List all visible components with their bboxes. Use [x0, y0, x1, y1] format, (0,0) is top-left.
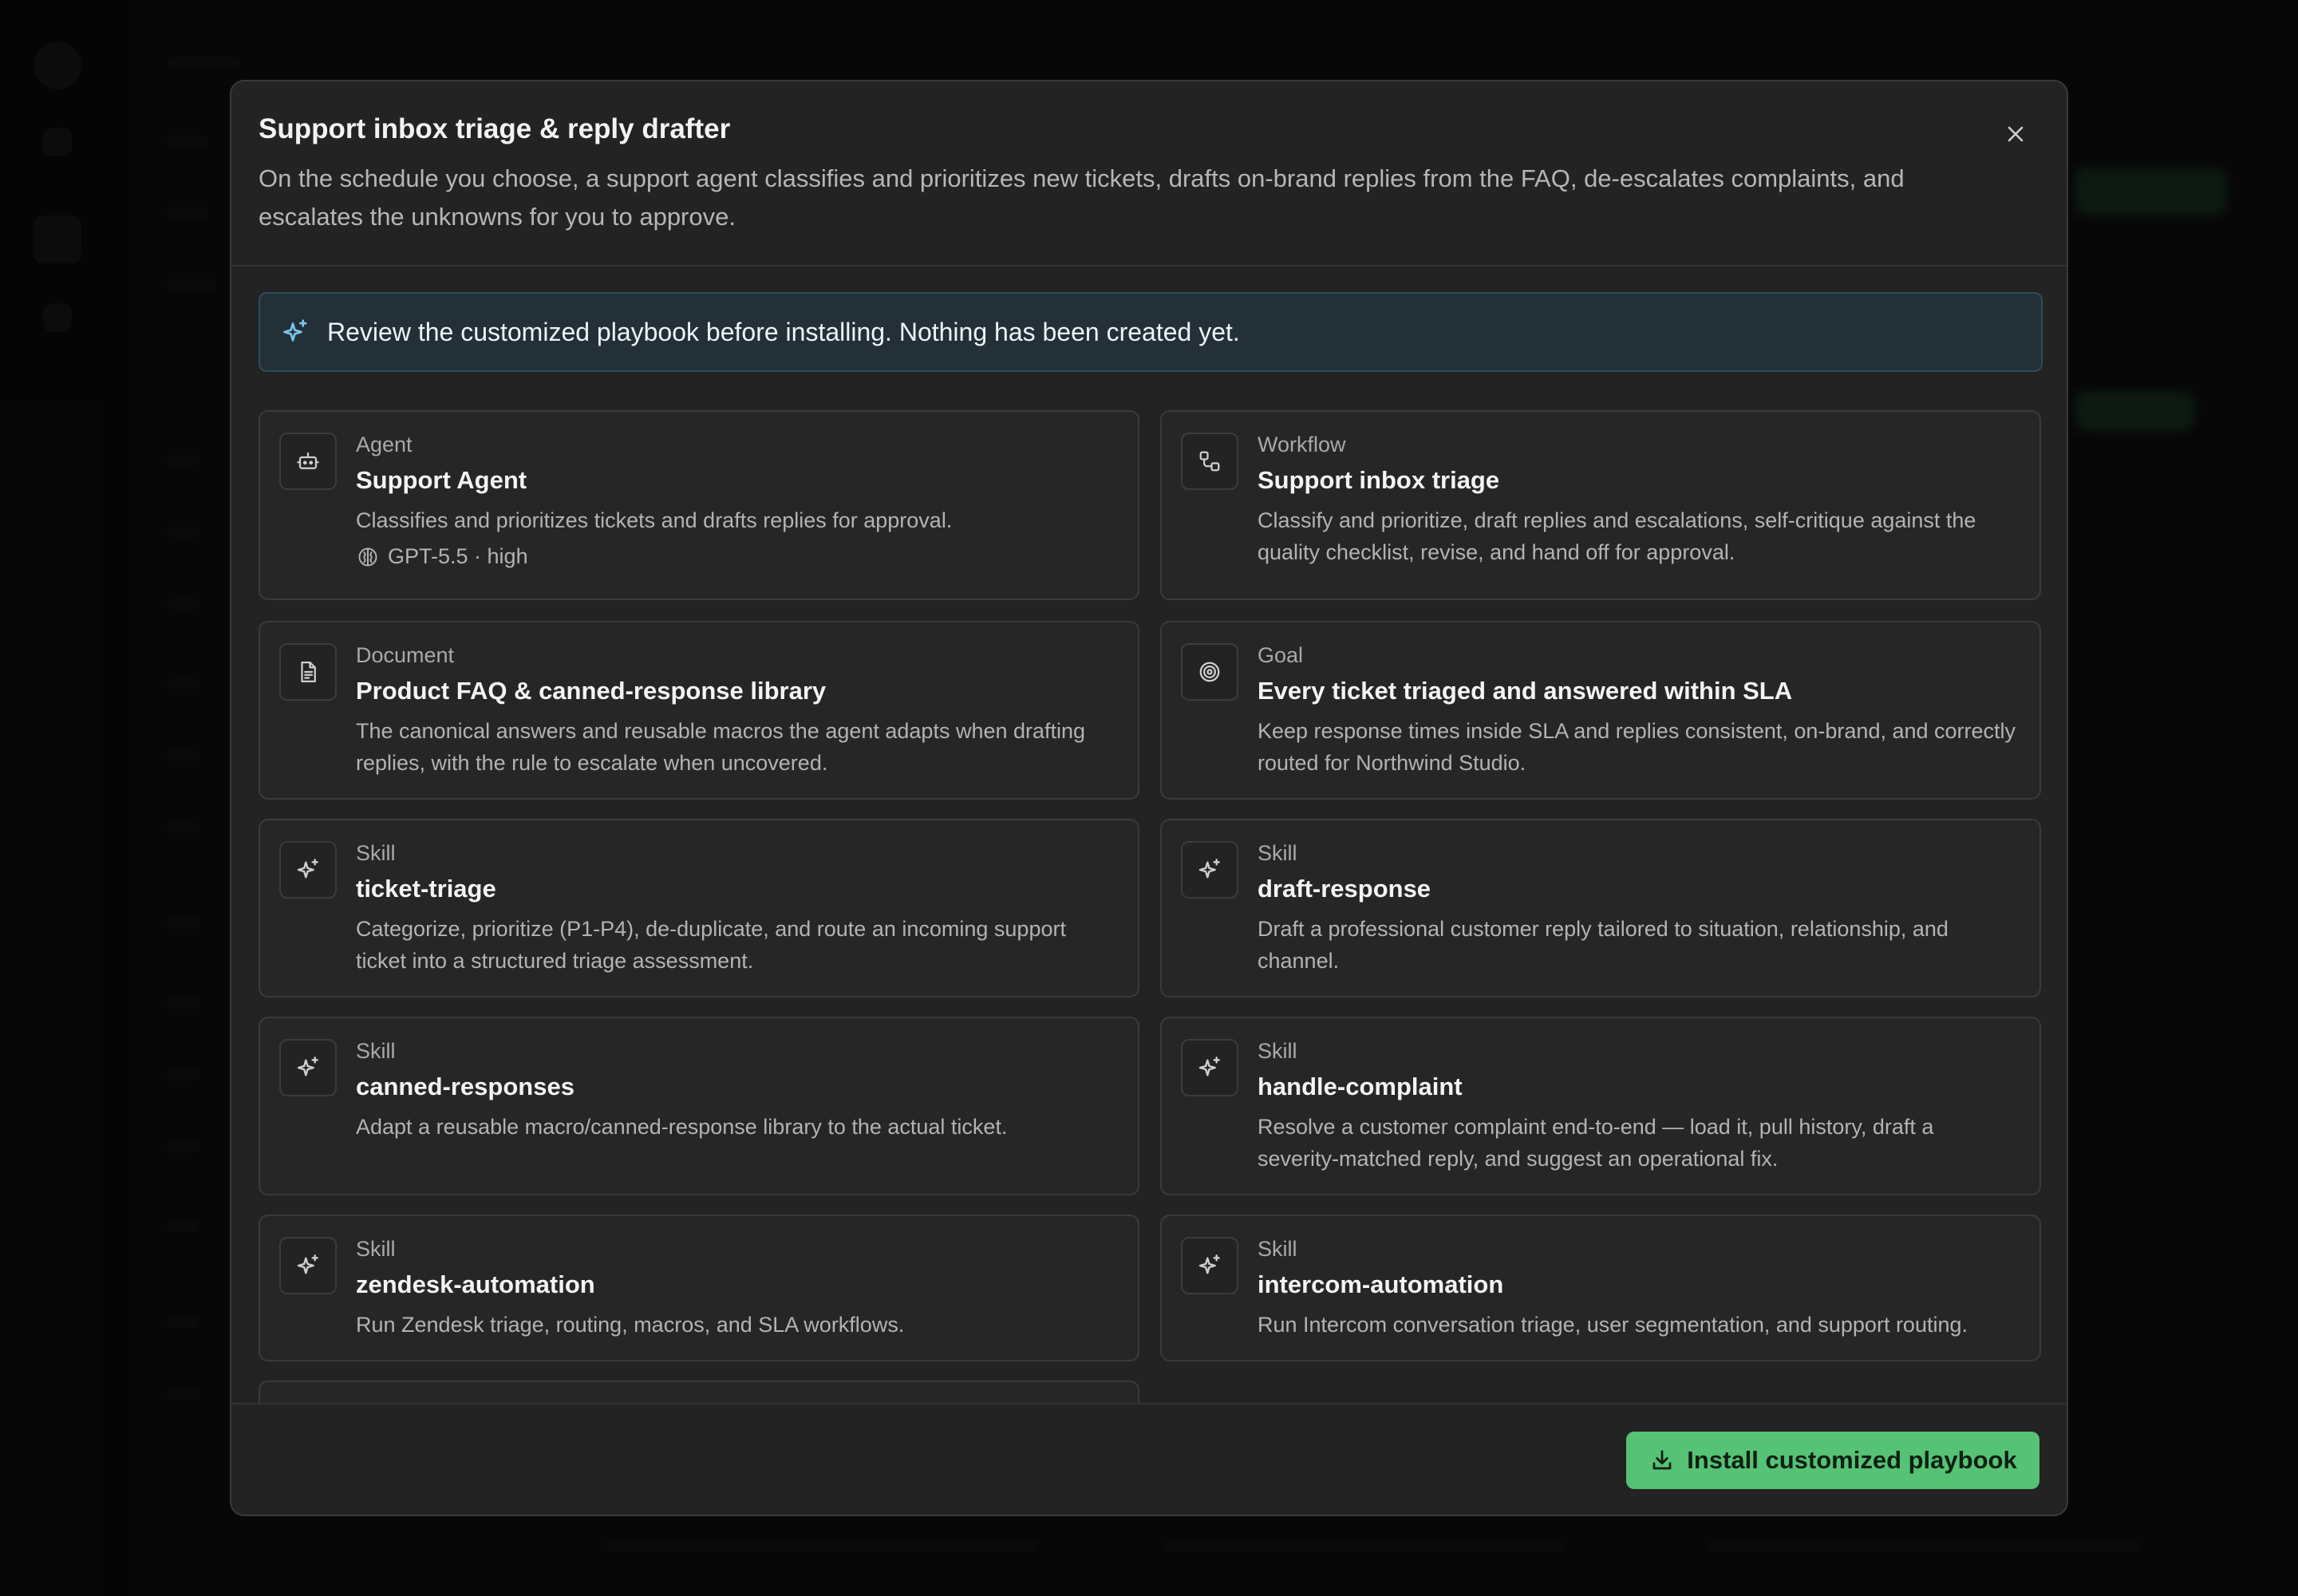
playbook-card-agent[interactable]: Agent Support Agent Classifies and prior… — [259, 410, 1139, 600]
sparkle-icon — [295, 857, 321, 883]
card-title: draft-response — [1258, 875, 1431, 903]
card-icon-box — [1181, 433, 1238, 490]
card-type: Skill — [1258, 1039, 1297, 1063]
card-type: Document — [356, 643, 455, 667]
download-icon — [1648, 1447, 1676, 1474]
card-type: Skill — [356, 1039, 396, 1063]
playbook-card-skill[interactable]: Skill canned-responses Adapt a reusable … — [259, 1017, 1139, 1195]
card-description: Categorize, prioritize (P1-P4), de-dupli… — [356, 917, 1066, 973]
dialog-footer: Install customized playbook — [231, 1403, 2067, 1515]
dialog-description: On the schedule you choose, a support ag… — [259, 164, 1905, 231]
card-icon-box — [1181, 1237, 1238, 1294]
card-title: Support inbox triage — [1258, 466, 1500, 494]
card-type: Agent — [356, 433, 413, 456]
card-icon-box — [279, 1237, 337, 1294]
workflow-icon — [1198, 449, 1222, 473]
card-icon-box — [279, 841, 337, 899]
close-icon — [2006, 124, 2025, 144]
card-icon-box — [1181, 643, 1238, 701]
card-type: Workflow — [1258, 433, 1346, 456]
model-label: GPT-5.5 · high — [388, 544, 528, 568]
card-description: The canonical answers and reusable macro… — [356, 719, 1086, 775]
target-icon — [1198, 660, 1222, 684]
card-title: canned-responses — [356, 1073, 574, 1100]
document-icon — [296, 660, 320, 684]
sparkle-icon — [279, 316, 311, 348]
install-button-label: Install customized playbook — [1687, 1446, 2017, 1474]
card-title: Every ticket triaged and answered within… — [1258, 677, 1793, 705]
card-icon-box — [279, 643, 337, 701]
notice-text: Review the customized playbook before in… — [327, 317, 1240, 346]
card-type: Skill — [356, 841, 396, 865]
playbook-install-dialog: Support inbox triage & reply drafter On … — [230, 80, 2068, 1516]
card-title: zendesk-automation — [356, 1270, 595, 1298]
card-title: Support Agent — [356, 466, 527, 494]
sparkle-icon — [295, 1253, 321, 1278]
card-description: Keep response times inside SLA and repli… — [1258, 719, 2016, 775]
playbook-card-goal[interactable]: Goal Every ticket triaged and answered w… — [1160, 621, 2041, 800]
playbook-card-skill[interactable]: Skill zendesk-automation Run Zendesk tri… — [259, 1215, 1139, 1361]
sparkle-icon — [1197, 857, 1222, 883]
card-description: Draft a professional customer reply tail… — [1258, 917, 1949, 973]
card-icon-box — [1181, 1039, 1238, 1096]
card-type: Goal — [1258, 643, 1304, 667]
sparkle-icon — [295, 1055, 321, 1080]
dialog-title: Support inbox triage & reply drafter — [259, 113, 731, 144]
install-playbook-button[interactable]: Install customized playbook — [1626, 1432, 2039, 1489]
card-title: handle-complaint — [1258, 1073, 1463, 1100]
playbook-card-skill[interactable]: Skill intercom-automation Run Intercom c… — [1160, 1215, 2041, 1361]
card-description: Run Zendesk triage, routing, macros, and… — [356, 1313, 905, 1337]
card-description: Adapt a reusable macro/canned-response l… — [356, 1115, 1008, 1139]
review-notice: Review the customized playbook before in… — [259, 292, 2043, 372]
card-description: Classify and prioritize, draft replies a… — [1258, 508, 1976, 564]
card-type: Skill — [356, 1237, 396, 1261]
card-icon-box — [279, 1039, 337, 1096]
brain-icon — [356, 545, 380, 569]
card-icon-box — [1181, 841, 1238, 899]
playbook-card-skill[interactable]: Skill draft-response Draft a professiona… — [1160, 819, 2041, 998]
card-title: intercom-automation — [1258, 1270, 1504, 1298]
playbook-card-document[interactable]: Document Product FAQ & canned-response l… — [259, 621, 1139, 800]
card-type: Skill — [1258, 1237, 1297, 1261]
bot-icon — [296, 449, 320, 473]
card-title: Product FAQ & canned-response library — [356, 677, 827, 705]
playbook-card-skill[interactable]: Skill ticket-triage Categorize, prioriti… — [259, 819, 1139, 998]
card-title: ticket-triage — [356, 875, 496, 903]
playbook-card-skill[interactable]: Skill handle-complaint Resolve a custome… — [1160, 1017, 2041, 1195]
card-type: Skill — [1258, 841, 1297, 865]
card-description: Resolve a customer complaint end-to-end … — [1258, 1115, 1934, 1171]
sparkle-icon — [1197, 1253, 1222, 1278]
card-description: Run Intercom conversation triage, user s… — [1258, 1313, 1968, 1337]
sparkle-icon — [1197, 1055, 1222, 1080]
card-icon-box — [279, 433, 337, 490]
model-meta: GPT-5.5 · high — [356, 544, 528, 569]
playbook-card-workflow[interactable]: Workflow Support inbox triage Classify a… — [1160, 410, 2041, 600]
card-description: Classifies and prioritizes tickets and d… — [356, 508, 953, 532]
close-button[interactable] — [2000, 118, 2031, 150]
dialog-header: Support inbox triage & reply drafter On … — [231, 81, 2067, 267]
